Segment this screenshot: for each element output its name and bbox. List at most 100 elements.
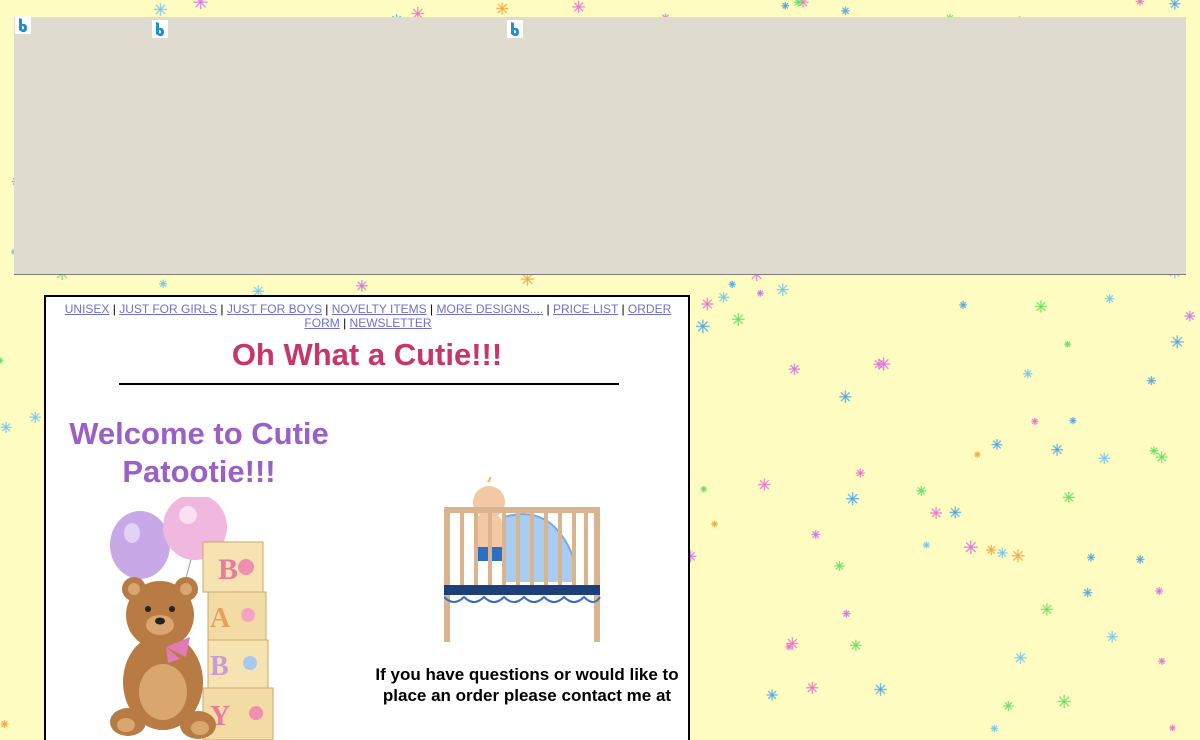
sparkle-star xyxy=(1149,446,1159,456)
welcome-heading: Welcome to Cutie Patootie!!! xyxy=(69,416,329,489)
sparkle-star xyxy=(877,357,891,371)
nav-separator: | xyxy=(109,302,120,316)
sparkle-star xyxy=(842,609,851,618)
content-box: UNISEX | JUST FOR GIRLS | JUST FOR BOYS … xyxy=(44,295,690,740)
sparkle-star xyxy=(701,297,714,311)
sparkle-star xyxy=(1069,417,1077,425)
sparkle-star xyxy=(696,319,710,334)
sparkle-star xyxy=(959,301,967,309)
sparkle-star xyxy=(159,279,168,288)
sparkle-star xyxy=(781,2,789,10)
contact-text: If you have questions or would like to p… xyxy=(375,665,679,705)
sparkle-star xyxy=(766,689,778,701)
sparkle-star xyxy=(1034,300,1048,313)
nav-link-just-for-girls[interactable]: JUST FOR GIRLS xyxy=(119,302,217,316)
title-divider xyxy=(119,383,619,385)
sparkle-star xyxy=(728,280,736,288)
svg-text:A: A xyxy=(210,603,231,634)
sparkle-star xyxy=(916,485,927,496)
nav-link-just-for-boys[interactable]: JUST FOR BOYS xyxy=(227,302,322,316)
sparkle-star xyxy=(1057,694,1071,709)
sparkle-star xyxy=(850,639,862,651)
nav-separator: | xyxy=(339,316,350,330)
sparkle-star xyxy=(811,530,821,539)
sparkle-star xyxy=(1087,553,1095,562)
sparkle-star xyxy=(1169,724,1176,732)
bing-b-icon[interactable] xyxy=(152,20,168,38)
sparkle-star xyxy=(1184,310,1196,322)
sparkle-star xyxy=(974,451,981,458)
sparkle-star xyxy=(0,720,9,728)
sparkle-star xyxy=(1155,587,1164,595)
sparkle-star xyxy=(922,541,930,549)
svg-text:B: B xyxy=(210,651,229,682)
sparkle-star xyxy=(0,421,12,433)
sparkle-star xyxy=(785,643,793,651)
sparkle-star xyxy=(711,520,718,528)
nav-separator: | xyxy=(321,302,332,316)
sparkle-star xyxy=(1135,555,1145,564)
sparkle-star xyxy=(839,390,852,403)
sparkle-star xyxy=(356,280,368,292)
sparkle-star xyxy=(193,0,208,10)
page-title: Oh What a Cutie!!! xyxy=(231,337,503,372)
ad-banner[interactable] xyxy=(14,17,1186,275)
sparkle-star xyxy=(758,478,771,491)
sparkle-star xyxy=(990,724,999,733)
sparkle-star xyxy=(874,683,887,696)
sparkle-star xyxy=(29,411,41,423)
sparkle-star xyxy=(1064,340,1071,348)
sparkle-star xyxy=(834,560,845,571)
baby-crib-image xyxy=(444,477,601,642)
sparkle-star xyxy=(1170,335,1184,349)
sparkle-star xyxy=(700,485,708,493)
sparkle-star xyxy=(1135,0,1145,6)
sparkle-star xyxy=(1023,369,1033,379)
sparkle-star xyxy=(0,357,4,364)
sparkle-star xyxy=(731,312,745,326)
teddy-bear-blocks-image: B A B Y xyxy=(110,497,274,740)
sparkle-star xyxy=(1105,294,1115,304)
svg-text:B: B xyxy=(218,553,238,586)
sparkle-star xyxy=(757,289,764,297)
bing-b-icon[interactable] xyxy=(15,16,31,34)
sparkle-star xyxy=(855,468,865,478)
sparkle-star xyxy=(1040,603,1054,616)
sparkle-star xyxy=(1106,631,1118,643)
sparkle-star xyxy=(806,681,819,694)
sparkle-star xyxy=(841,6,850,16)
nav-link-novelty-items[interactable]: NOVELTY ITEMS xyxy=(332,302,427,316)
nav-bar: UNISEX | JUST FOR GIRLS | JUST FOR BOYS … xyxy=(58,302,678,330)
sparkle-star xyxy=(1011,549,1025,563)
nav-separator: | xyxy=(426,302,437,316)
sparkle-star xyxy=(964,540,978,554)
sparkle-star xyxy=(1082,587,1093,598)
nav-separator: | xyxy=(618,302,628,316)
sparkle-star xyxy=(1014,651,1027,664)
nav-link-newsletter[interactable]: NEWSLETTER xyxy=(350,316,432,330)
sparkle-star xyxy=(1146,376,1156,386)
nav-link-more-designs[interactable]: MORE DESIGNS.... xyxy=(436,302,543,316)
sparkle-star xyxy=(788,363,801,375)
sparkle-star xyxy=(1169,0,1181,10)
nav-separator: | xyxy=(543,302,553,316)
sparkle-star xyxy=(776,283,789,296)
sparkle-star xyxy=(154,3,167,16)
nav-link-price-list[interactable]: PRICE LIST xyxy=(553,302,618,316)
sparkle-star xyxy=(1051,443,1064,456)
bing-b-icon[interactable] xyxy=(507,20,523,38)
sparkle-star xyxy=(1155,451,1168,463)
sparkle-star xyxy=(996,547,1008,559)
sparkle-star xyxy=(496,2,509,15)
sparkle-star xyxy=(986,544,997,556)
sparkle-star xyxy=(949,506,962,519)
sparkle-star xyxy=(1158,657,1166,665)
sparkle-star xyxy=(1062,491,1075,504)
nav-link-unisex[interactable]: UNISEX xyxy=(65,302,110,316)
sparkle-star xyxy=(846,492,860,506)
sparkle-star xyxy=(991,439,1003,450)
sparkle-star xyxy=(1098,452,1111,465)
sparkle-star xyxy=(572,0,585,14)
sparkle-star xyxy=(930,506,942,519)
sparkle-star xyxy=(1031,417,1039,426)
